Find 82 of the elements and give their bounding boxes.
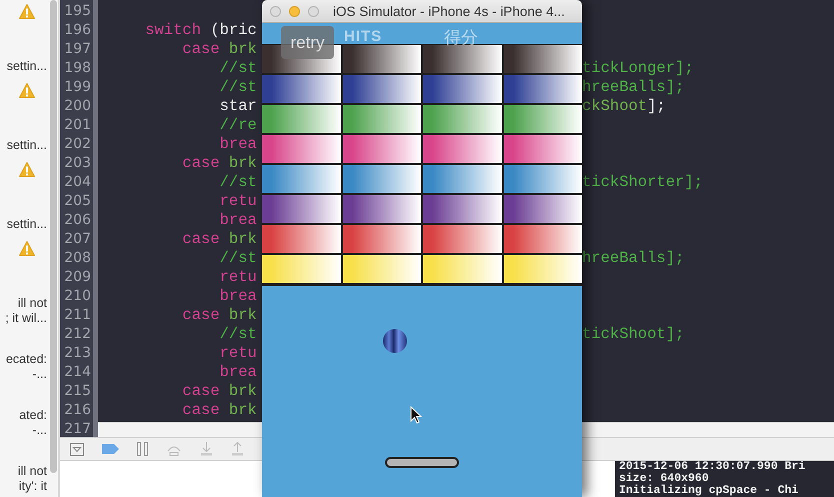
- line-number: 205: [63, 192, 92, 211]
- issue-text: settin...: [6, 138, 47, 153]
- code-line: tickLonger];: [582, 59, 694, 77]
- warning-icon: [19, 4, 35, 19]
- code-line: case brk: [181, 306, 257, 324]
- line-number: 216: [63, 401, 92, 420]
- code-line: star: [218, 97, 257, 115]
- line-number: 196: [63, 21, 92, 40]
- code-line: hreeBalls];: [582, 78, 684, 96]
- line-number: 214: [63, 363, 92, 382]
- step-into-icon[interactable]: [200, 442, 213, 456]
- code-line: retu: [218, 344, 257, 362]
- code-line: case brk: [181, 401, 257, 419]
- code-line: brea: [218, 287, 257, 305]
- dropdown-icon[interactable]: [70, 442, 84, 456]
- console-text: 2015-12-06 12:30:07.990 Bri: [618, 461, 806, 473]
- line-number: 217: [63, 420, 92, 439]
- line-number: 199: [63, 78, 92, 97]
- line-number: 211: [63, 306, 92, 325]
- code-line: //re: [218, 116, 257, 134]
- code-line: hreeBalls];: [582, 249, 684, 267]
- breakpoint-icon[interactable]: [102, 444, 119, 454]
- code-line: case brk: [181, 154, 257, 172]
- issue-text: -...: [32, 367, 47, 382]
- ball: [383, 329, 407, 353]
- line-number: 203: [63, 154, 92, 173]
- issue-text: settin...: [6, 59, 47, 74]
- code-line: case brk: [181, 382, 257, 400]
- line-number: 200: [63, 97, 92, 116]
- code-line: retu: [218, 192, 257, 210]
- issue-text: -...: [32, 423, 47, 438]
- line-number: 212: [63, 325, 92, 344]
- line-number: 215: [63, 382, 92, 401]
- cursor-icon: [410, 406, 422, 424]
- code-line: case brk: [181, 230, 257, 248]
- issue-text: settin...: [6, 217, 47, 232]
- code-line: brea: [218, 211, 257, 229]
- issue-text: ated:: [19, 408, 47, 423]
- line-number: 202: [63, 135, 92, 154]
- code-line: tickShoot];: [582, 325, 684, 343]
- issue-text: ill not: [18, 296, 47, 311]
- line-number: 208: [63, 249, 92, 268]
- minimize-button[interactable]: [289, 6, 300, 16]
- zoom-button[interactable]: [308, 6, 319, 16]
- issue-text: ecated:: [6, 352, 47, 367]
- line-number: 204: [63, 173, 92, 192]
- close-button[interactable]: [270, 6, 281, 16]
- code-line: brea: [218, 363, 257, 381]
- line-number: 206: [63, 211, 92, 230]
- line-number: 201: [63, 116, 92, 135]
- pause-icon[interactable]: [137, 442, 148, 456]
- line-number: 197: [63, 40, 92, 59]
- code-line: //st: [218, 325, 257, 343]
- code-line: switch (bric: [144, 21, 257, 39]
- line-number: 209: [63, 268, 92, 287]
- code-line: tickShorter];: [582, 173, 703, 191]
- warning-icon: [19, 162, 35, 177]
- line-number: 195: [63, 2, 92, 21]
- line-number: 213: [63, 344, 92, 363]
- code-line: //st: [218, 59, 257, 77]
- console-text: Initializing cpSpace - Chi: [618, 485, 800, 497]
- line-number: 210: [63, 287, 92, 306]
- score-label: 得分: [444, 27, 478, 49]
- retry-button[interactable]: retry: [281, 26, 334, 59]
- code-line: //st: [218, 249, 257, 267]
- step-out-icon[interactable]: [231, 442, 244, 456]
- code-line: retu: [218, 268, 257, 286]
- code-line: brea: [218, 135, 257, 153]
- issue-text: ; it wil...: [5, 311, 47, 326]
- code-line: case brk: [181, 40, 257, 58]
- line-number: 198: [63, 59, 92, 78]
- code-line: //st: [218, 78, 257, 96]
- console-text: size: 640x960: [618, 473, 710, 485]
- code-line: ckShoot];: [582, 97, 666, 115]
- warning-icon: [19, 83, 35, 98]
- warning-icon: [19, 241, 35, 256]
- issue-text: ity': it: [18, 479, 47, 494]
- issue-text: ill not: [18, 464, 47, 479]
- window-title: iOS Simulator - iPhone 4s - iPhone 4...: [333, 4, 565, 18]
- hits-label: HITS: [344, 28, 382, 45]
- line-number: 207: [63, 230, 92, 249]
- code-line: //st: [218, 173, 257, 191]
